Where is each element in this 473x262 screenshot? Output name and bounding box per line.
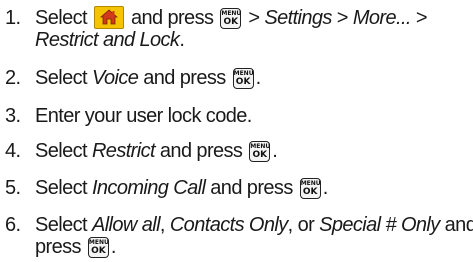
key-top-label: MENU bbox=[88, 239, 109, 246]
option-special-only: Special # Only bbox=[319, 214, 440, 236]
step-number: 5. bbox=[5, 177, 21, 199]
option-contacts-only: Contacts Only bbox=[169, 214, 288, 236]
step-2: 2. Select Voice and press MENU OK. bbox=[5, 67, 465, 89]
step-number: 1. bbox=[5, 7, 21, 29]
menu-path-restrict-and-lock: Restrict and Lock bbox=[35, 29, 180, 51]
step-1-continuation: Restrict and Lock. bbox=[5, 29, 465, 51]
menu-ok-key-icon: MENU OK bbox=[299, 178, 321, 199]
step-4: 4. Select Restrict and press MENU OK. bbox=[5, 140, 465, 162]
key-bottom-label: OK bbox=[252, 150, 268, 160]
step-text: and press bbox=[130, 7, 214, 29]
menu-path-settings: Settings bbox=[264, 7, 332, 29]
step-text: > bbox=[331, 7, 353, 29]
step-6-continuation: press MENU OK. bbox=[5, 236, 465, 258]
option-voice: Voice bbox=[91, 67, 139, 89]
key-bottom-label: OK bbox=[235, 77, 251, 87]
home-icon bbox=[93, 6, 124, 29]
step-text: . bbox=[179, 29, 185, 51]
menu-ok-key-icon: MENU OK bbox=[87, 237, 109, 258]
step-text: Enter your user lock code. bbox=[35, 105, 252, 127]
step-text: . bbox=[110, 236, 117, 258]
step-number: 6. bbox=[5, 214, 21, 236]
step-6: 6. Select Allow all, Contacts Only, or Sp… bbox=[5, 214, 473, 258]
step-5: 5. Select Incoming Call and press MENU OK. bbox=[5, 177, 465, 199]
step-text: Select bbox=[35, 67, 92, 89]
step-text: . bbox=[255, 67, 262, 89]
instruction-steps: 1. Select and press MENU OK > Settings > M… bbox=[0, 0, 473, 262]
step-1: 1. Select and press MENU OK > Settings > M… bbox=[5, 6, 465, 51]
step-number: 2. bbox=[5, 67, 21, 89]
key-top-label: MENU bbox=[221, 10, 242, 17]
menu-path-more: More... bbox=[352, 7, 412, 29]
step-text: Select bbox=[35, 140, 92, 162]
step-text: and press bbox=[205, 177, 293, 199]
step-text: and press bbox=[138, 67, 226, 89]
step-text: , bbox=[159, 214, 170, 236]
key-bottom-label: OK bbox=[91, 246, 106, 256]
key-bottom-label: OK bbox=[223, 17, 239, 27]
step-text: Select bbox=[35, 214, 92, 236]
step-number: 3. bbox=[5, 105, 21, 127]
menu-ok-key-icon: MENU OK bbox=[249, 141, 271, 162]
step-text: , or bbox=[287, 214, 320, 236]
step-text: Select bbox=[35, 7, 88, 29]
step-text: Select bbox=[35, 177, 92, 199]
step-3: 3. Enter your user lock code. bbox=[5, 105, 465, 127]
step-text: and press bbox=[154, 140, 243, 162]
key-bottom-label: OK bbox=[302, 187, 318, 197]
option-restrict: Restrict bbox=[91, 140, 156, 162]
menu-ok-key-icon: MENU OK bbox=[232, 68, 254, 89]
step-text: press bbox=[35, 236, 82, 258]
step-number: 4. bbox=[5, 140, 21, 162]
key-top-label: MENU bbox=[233, 70, 254, 77]
key-top-label: MENU bbox=[300, 180, 321, 187]
step-text: > bbox=[248, 7, 265, 29]
menu-ok-key-icon: MENU OK bbox=[220, 8, 242, 29]
key-top-label: MENU bbox=[250, 143, 271, 150]
step-text: . bbox=[322, 177, 329, 199]
step-text: and bbox=[439, 214, 473, 236]
step-text: > bbox=[410, 7, 428, 29]
option-incoming-call: Incoming Call bbox=[91, 177, 206, 199]
option-allow-all: Allow all bbox=[91, 214, 161, 236]
step-text: . bbox=[272, 140, 278, 162]
